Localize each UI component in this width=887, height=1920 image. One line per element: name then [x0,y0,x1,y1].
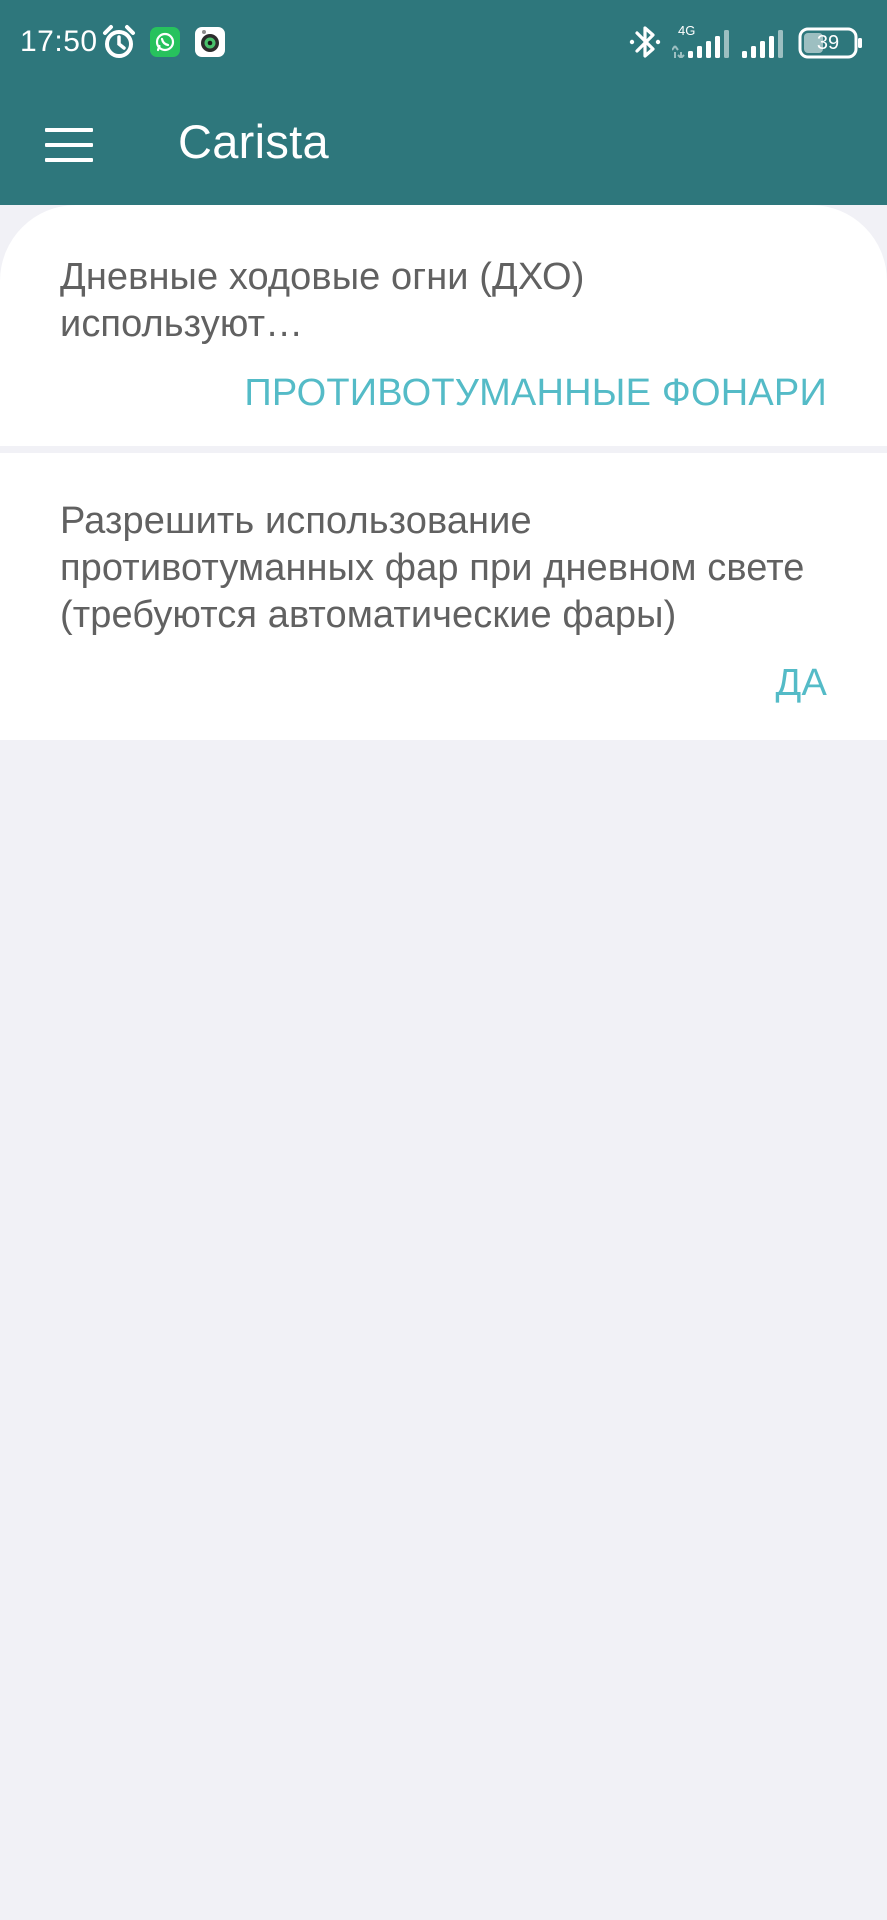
setting-value[interactable]: ДА [776,660,827,706]
setting-title: Дневные ходовые огни (ДХО) используют… [60,256,585,345]
setting-value[interactable]: ПРОТИВОТУМАННЫЕ ФОНАРИ [244,370,827,416]
app-header: 17:50 4G 39 Carista [0,0,887,205]
app-title: Carista [178,115,329,168]
status-bar: 17:50 4G 39 [0,0,887,86]
setting-drl-source[interactable]: Дневные ходовые огни (ДХО) используют… П… [0,205,887,446]
setting-fog-lights-daytime[interactable]: Разрешить использование противотуманных … [0,453,887,740]
hamburger-menu-icon [45,128,93,162]
toolbar: Carista [0,86,887,206]
signal-icon [742,30,783,58]
bluetooth-icon [629,26,661,58]
settings-list: Дневные ходовые огни (ДХО) используют… П… [0,205,887,740]
battery-level: 39 [816,32,840,54]
camera-app-icon [195,27,225,57]
whatsapp-icon [150,27,180,57]
menu-button[interactable] [30,106,108,184]
status-time: 17:50 [20,25,98,58]
signal-4g-icon [672,30,729,58]
alarm-icon [103,25,135,58]
setting-title: Разрешить использование противотуманных … [60,500,805,636]
